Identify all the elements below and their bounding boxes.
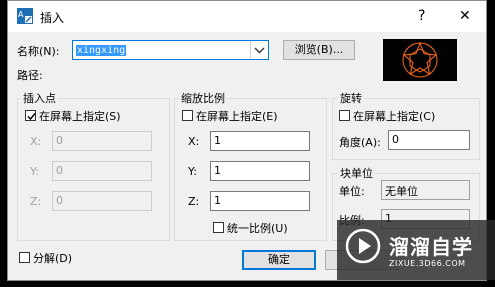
insertion-point-title: 插入点 bbox=[21, 90, 58, 106]
path-label: 路径: bbox=[17, 69, 43, 82]
scale-x-label: X: bbox=[188, 135, 200, 148]
unit-label: 单位: bbox=[339, 185, 365, 198]
insertion-x-input[interactable]: 0 bbox=[52, 131, 152, 151]
scale-z-input[interactable]: 1 bbox=[210, 191, 310, 211]
combo-dropdown-button[interactable] bbox=[250, 41, 268, 59]
help-button[interactable]: ? bbox=[418, 7, 425, 25]
close-button[interactable]: ✕ bbox=[459, 7, 471, 25]
scale-z-label: Z: bbox=[188, 195, 200, 208]
star-block-preview-icon bbox=[402, 41, 438, 78]
insertion-y-input[interactable]: 0 bbox=[52, 161, 152, 181]
block-preview bbox=[383, 39, 457, 81]
scale-y-label: Y: bbox=[188, 165, 197, 178]
insertion-specify-checkbox[interactable] bbox=[25, 110, 36, 121]
scale-specify-label: 在屏幕上指定(E) bbox=[196, 110, 278, 123]
insertion-z-input[interactable]: 0 bbox=[52, 191, 152, 211]
insertion-specify-label: 在屏幕上指定(S) bbox=[39, 110, 121, 123]
play-logo-icon bbox=[345, 228, 381, 264]
rotation-title: 旋转 bbox=[338, 90, 364, 106]
title-bar[interactable]: A 插入 ? ✕ bbox=[8, 1, 486, 32]
explode-label: 分解(D) bbox=[33, 252, 73, 265]
name-value: xingxing bbox=[76, 45, 127, 56]
chevron-down-icon bbox=[254, 47, 265, 54]
scale-specify-checkbox[interactable] bbox=[182, 110, 193, 121]
checkmark-icon bbox=[27, 113, 36, 121]
uniform-scale-checkbox[interactable] bbox=[213, 222, 224, 233]
insertion-x-label: X: bbox=[30, 135, 42, 148]
unit-value: 无单位 bbox=[381, 180, 470, 200]
explode-checkbox[interactable] bbox=[19, 252, 30, 263]
ok-button[interactable]: 确定 bbox=[242, 250, 316, 270]
angle-input[interactable]: 0 bbox=[388, 130, 470, 150]
rotation-specify-checkbox[interactable] bbox=[339, 110, 350, 121]
watermark-overlay: 溜溜自学 ZIXUE.3D66.COM bbox=[337, 220, 495, 280]
scale-y-input[interactable]: 1 bbox=[210, 161, 310, 181]
name-label: 名称(N): bbox=[17, 45, 60, 58]
scale-x-input[interactable]: 1 bbox=[210, 131, 310, 151]
insertion-y-label: Y: bbox=[30, 165, 39, 178]
block-unit-title: 块单位 bbox=[338, 165, 375, 181]
uniform-scale-label: 统一比例(U) bbox=[227, 222, 288, 235]
name-combobox[interactable]: xingxing bbox=[72, 40, 269, 60]
insertion-z-label: Z: bbox=[30, 195, 42, 208]
scale-title: 缩放比例 bbox=[179, 90, 227, 106]
svg-text:A: A bbox=[18, 10, 24, 19]
browse-button[interactable]: 浏览(B)... bbox=[283, 40, 355, 60]
window-title: 插入 bbox=[40, 11, 65, 25]
rotation-specify-label: 在屏幕上指定(C) bbox=[353, 110, 436, 123]
autocad-app-icon: A bbox=[17, 8, 33, 24]
watermark-url: ZIXUE.3D66.COM bbox=[389, 259, 466, 268]
angle-label: 角度(A): bbox=[339, 136, 381, 149]
watermark-brand: 溜溜自学 bbox=[389, 235, 473, 259]
